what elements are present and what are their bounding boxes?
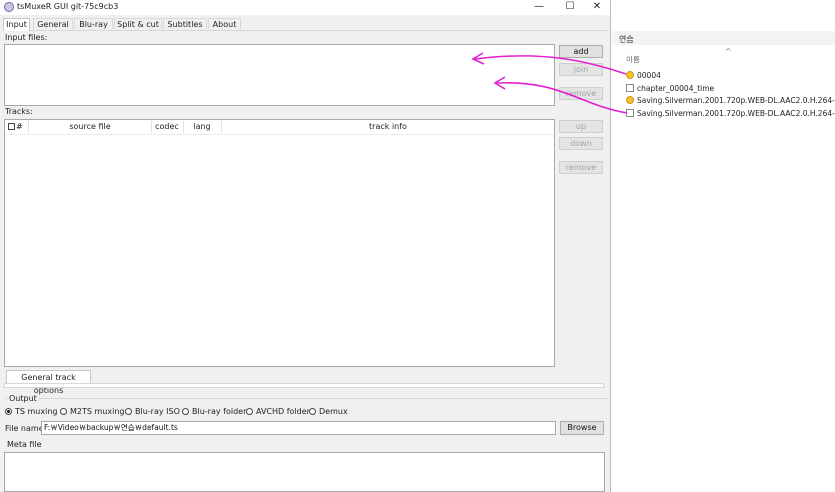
drag-arrow-2 — [496, 82, 628, 114]
drag-arrows-overlay — [471, 52, 628, 114]
drag-arrow-1 — [474, 55, 627, 75]
